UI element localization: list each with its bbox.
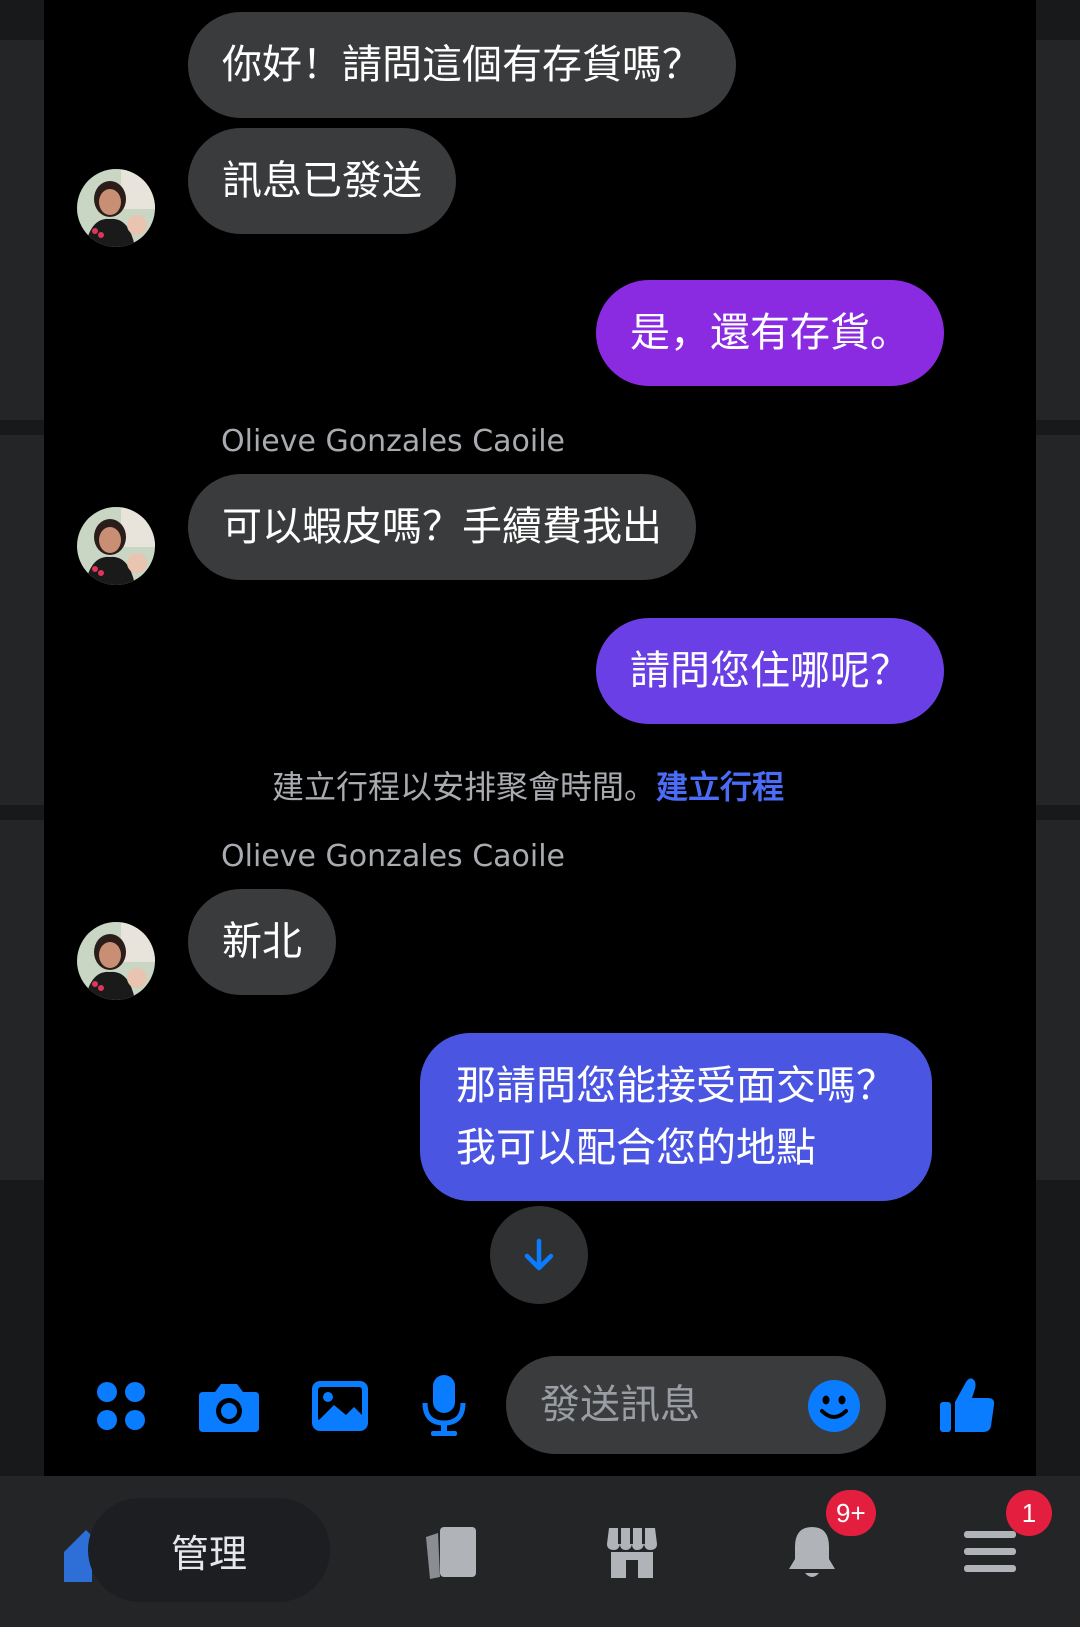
- emoji-icon[interactable]: [806, 1378, 862, 1434]
- manage-tab-label: 管理: [170, 1531, 247, 1576]
- chat-panel: 你好！請問這個有存貨嗎？ 訊息已發送 是，還有存貨。 Olieve Gonzal…: [44, 0, 1036, 1476]
- contact-avatar[interactable]: [77, 922, 155, 1000]
- menu-badge: 1: [1006, 1490, 1052, 1536]
- manage-tab[interactable]: 管理: [88, 1498, 330, 1602]
- thumbs-up-icon[interactable]: [932, 1370, 1002, 1440]
- message-input-container[interactable]: [506, 1356, 886, 1454]
- background-feed: [1036, 820, 1080, 1180]
- background-feed: [0, 820, 44, 1180]
- message-bubble-incoming[interactable]: 新北: [188, 889, 336, 995]
- background-feed: [1036, 435, 1080, 805]
- system-note: 建立行程以安排聚會時間。建立行程: [272, 762, 784, 808]
- message-bubble-incoming[interactable]: 可以蝦皮嗎？手續費我出: [188, 474, 696, 580]
- scroll-to-bottom-button[interactable]: [490, 1206, 588, 1304]
- message-bubble-incoming[interactable]: 訊息已發送: [188, 128, 456, 234]
- message-bubble-incoming[interactable]: 你好！請問這個有存貨嗎？: [188, 12, 736, 118]
- message-bubble-outgoing[interactable]: 請問您住哪呢？: [596, 618, 944, 724]
- camera-icon[interactable]: [197, 1374, 261, 1438]
- marketplace-icon[interactable]: [600, 1520, 664, 1584]
- background-feed: [1036, 40, 1080, 420]
- pages-icon[interactable]: [420, 1520, 484, 1584]
- background-feed: [0, 435, 44, 805]
- image-icon[interactable]: [308, 1374, 372, 1438]
- contact-avatar[interactable]: [77, 507, 155, 585]
- message-line: 那請問您能接受面交嗎？: [456, 1063, 896, 1109]
- sender-name: Olieve Gonzales Caoile: [221, 839, 566, 874]
- bottom-navigation: 管理 9+ 1: [0, 1476, 1080, 1627]
- create-plan-link[interactable]: 建立行程: [656, 768, 784, 806]
- sender-name: Olieve Gonzales Caoile: [221, 424, 566, 459]
- message-bubble-outgoing[interactable]: 那請問您能接受面交嗎？ 我可以配合您的地點: [420, 1033, 932, 1201]
- microphone-icon[interactable]: [414, 1372, 474, 1438]
- system-note-text: 建立行程以安排聚會時間。: [272, 768, 657, 806]
- apps-icon[interactable]: [91, 1376, 151, 1436]
- menu-icon[interactable]: [960, 1524, 1020, 1580]
- message-line: 我可以配合您的地點: [456, 1125, 816, 1171]
- notifications-badge: 9+: [826, 1490, 876, 1536]
- arrow-down-icon: [524, 1238, 554, 1271]
- contact-avatar[interactable]: [77, 169, 155, 247]
- message-input[interactable]: [540, 1376, 790, 1434]
- background-feed: [0, 40, 44, 420]
- message-bubble-outgoing[interactable]: 是，還有存貨。: [596, 280, 944, 386]
- screen: 你好！請問這個有存貨嗎？ 訊息已發送 是，還有存貨。 Olieve Gonzal…: [0, 0, 1080, 1627]
